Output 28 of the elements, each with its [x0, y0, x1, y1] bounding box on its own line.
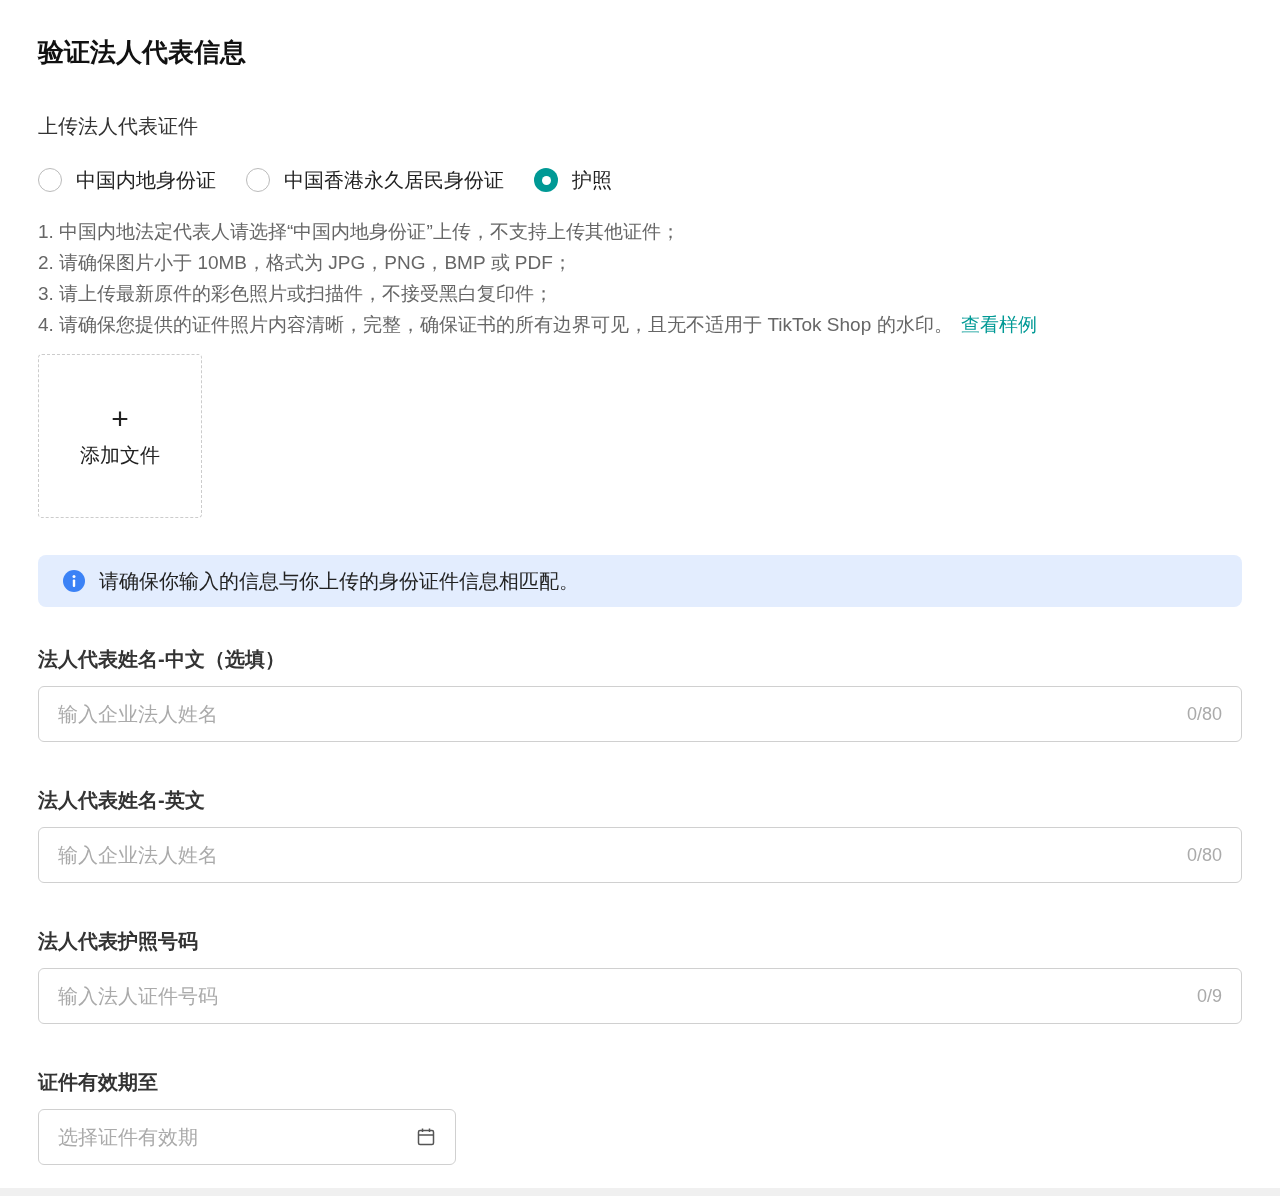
radio-option[interactable]: 护照 — [534, 166, 612, 194]
field-label: 法人代表姓名-英文 — [38, 788, 205, 813]
instruction-text: 1. 中国内地法定代表人请选择“中国内地身份证”上传，不支持上传其他证件； — [38, 221, 680, 242]
character-counter: 0/80 — [1186, 843, 1222, 867]
instruction-text: 4. 请确保您提供的证件照片内容清晰，完整，确保证书的所有边界可见，且无不适用于 TikTok Shop 的水印。 — [38, 314, 953, 335]
radio-option[interactable]: 中国香港永久居民身份证 — [246, 166, 504, 194]
instruction-text: 2. 请确保图片小于 10MB，格式为 JPG，PNG，BMP 或 PDF； — [38, 252, 572, 273]
character-counter: 0/9 — [1196, 984, 1222, 1008]
text-field[interactable]: 输入企业法人姓名 0/80 — [38, 686, 1242, 742]
section-label: 上传法人代表证件 — [38, 114, 198, 139]
info-icon — [63, 570, 85, 592]
page-title: 验证法人代表信息 — [38, 36, 247, 69]
character-counter: 0/80 — [1186, 702, 1222, 726]
view-sample-link[interactable]: 查看样例 — [960, 314, 1037, 335]
add-file-button[interactable]: + 添加文件 — [38, 354, 202, 518]
field-label: 证件有效期至 — [38, 1070, 158, 1095]
radio-button[interactable] — [38, 168, 62, 192]
calendar-icon — [416, 1127, 436, 1147]
field-label: 法人代表护照号码 — [38, 929, 198, 954]
radio-option[interactable]: 中国内地身份证 — [38, 166, 216, 194]
text-field[interactable]: 输入法人证件号码 0/9 — [38, 968, 1242, 1024]
instruction-text: 3. 请上传最新原件的彩色照片或扫描件，不接受黑白复印件； — [38, 283, 554, 304]
field-label: 法人代表姓名-中文（选填） — [38, 647, 285, 672]
info-banner: 请确保你输入的信息与你上传的身份证件信息相匹配。 — [38, 555, 1242, 607]
date-picker-field[interactable]: 选择证件有效期 — [38, 1109, 456, 1165]
text-field[interactable]: 输入企业法人姓名 0/80 — [38, 827, 1242, 883]
radio-button[interactable] — [534, 168, 558, 192]
radio-button[interactable] — [246, 168, 270, 192]
